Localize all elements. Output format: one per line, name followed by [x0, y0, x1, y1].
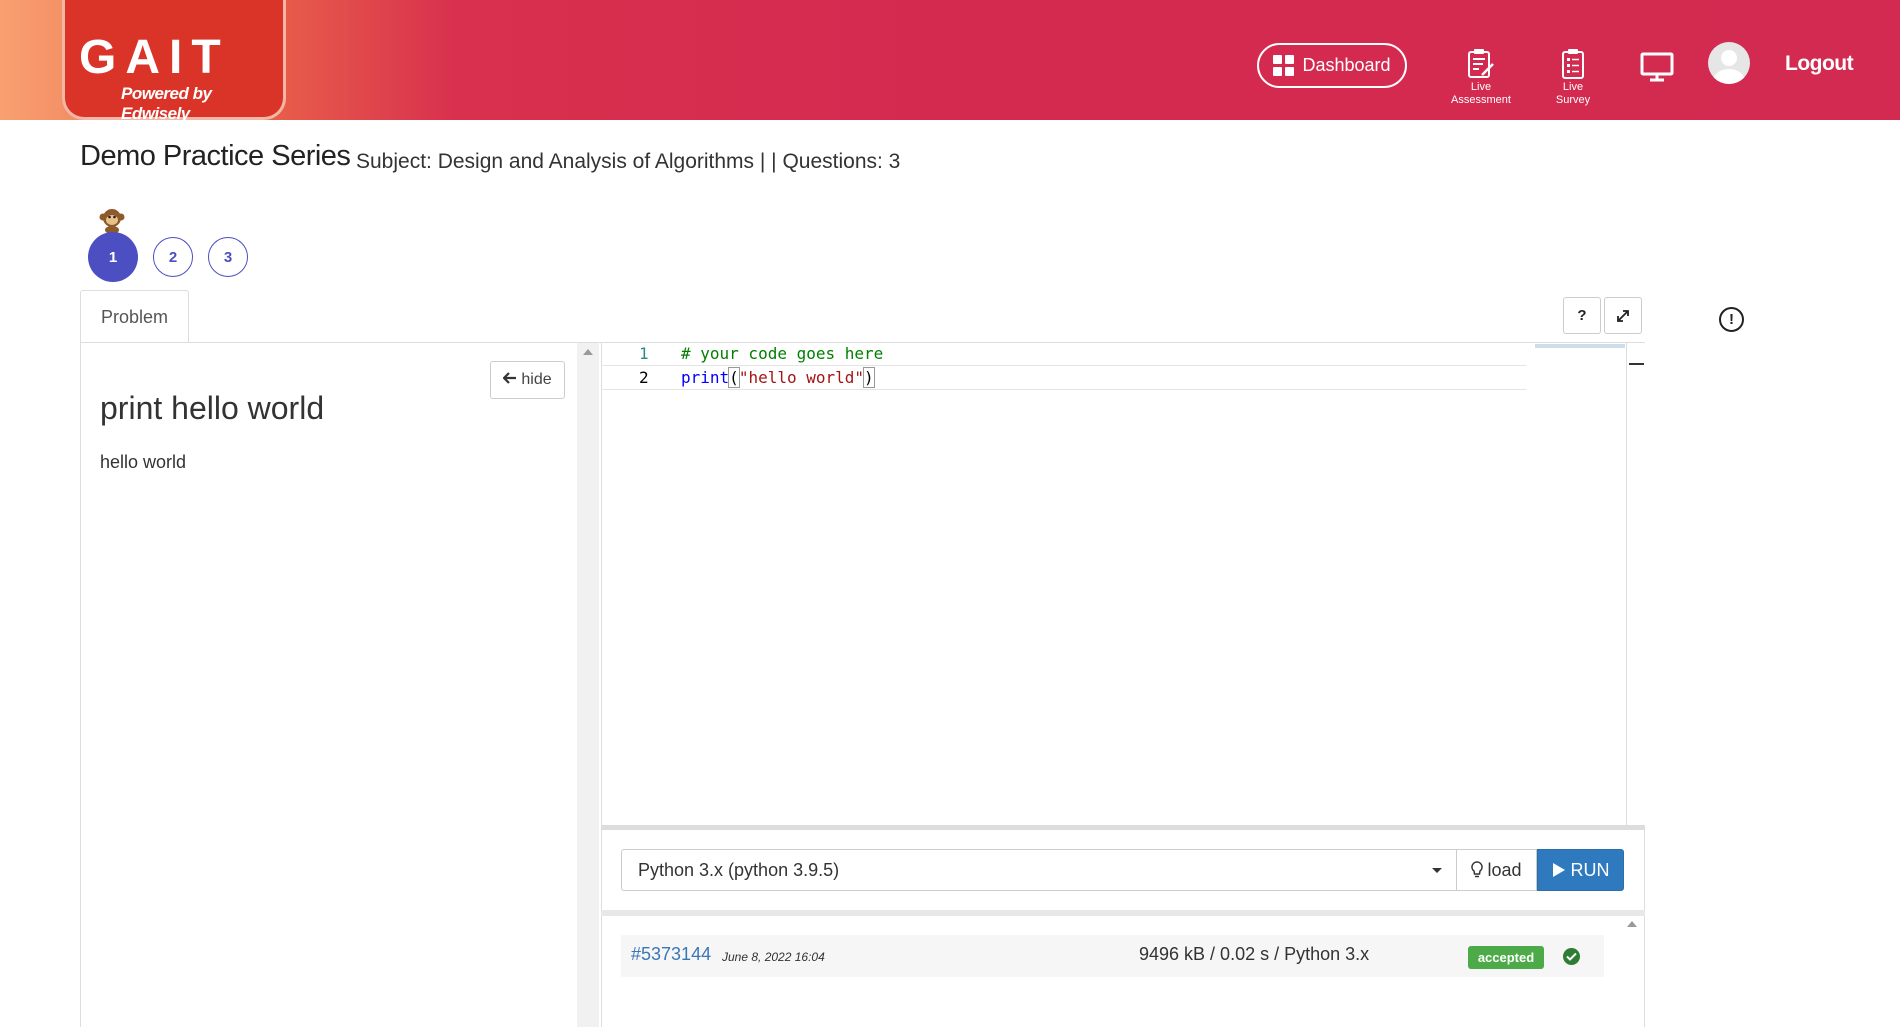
check-circle-icon [1563, 948, 1580, 965]
scroll-up-arrow-icon[interactable] [1627, 921, 1637, 927]
monkey-mascot-icon [99, 209, 125, 234]
question-step-1[interactable]: 1 [88, 232, 138, 282]
chevron-down-icon [1432, 868, 1442, 873]
logout-link[interactable]: Logout [1785, 52, 1854, 76]
dashboard-button[interactable]: Dashboard [1257, 43, 1407, 88]
problem-panel [80, 343, 577, 1027]
hide-button[interactable]: hide [490, 361, 565, 399]
arrow-left-icon [502, 371, 517, 389]
live-assessment-button[interactable]: Live Assessment [1448, 48, 1514, 107]
play-icon [1552, 863, 1565, 877]
language-value: Python 3.x (python 3.9.5) [638, 859, 840, 880]
code-paren-open: ( [728, 367, 740, 388]
code-content: print("hello world") [681, 366, 875, 390]
scroll-up-arrow-icon[interactable] [583, 349, 593, 355]
code-keyword: print [681, 368, 730, 387]
live-assessment-label-1: Live [1470, 81, 1492, 93]
editor-minimap[interactable] [1535, 344, 1625, 348]
load-button[interactable]: load [1456, 849, 1537, 891]
submission-id-link[interactable]: #5373144 [631, 944, 711, 965]
question-step-2[interactable]: 2 [153, 237, 193, 277]
problem-scrollbar[interactable] [577, 343, 599, 1027]
dashboard-grid-icon [1273, 55, 1295, 76]
lightbulb-icon [1471, 861, 1484, 878]
code-line[interactable]: 1 # your code goes here [601, 342, 1526, 366]
page-title: Demo Practice Series [80, 140, 351, 172]
user-avatar[interactable] [1708, 42, 1750, 84]
problem-description: hello world [100, 452, 187, 472]
run-label: RUN [1570, 859, 1610, 880]
line-number: 2 [639, 368, 649, 387]
submission-date: June 8, 2022 16:04 [722, 950, 825, 964]
code-string: "hello world" [738, 368, 865, 387]
info-icon[interactable]: ! [1719, 307, 1744, 332]
hide-label: hide [521, 371, 552, 388]
live-survey-button[interactable]: Live Survey [1547, 48, 1599, 107]
expand-icon [1617, 309, 1629, 322]
tab-problem[interactable]: Problem [80, 290, 189, 343]
live-assessment-label-2: Assessment [1451, 94, 1511, 106]
code-comment: # your code goes here [681, 344, 884, 363]
code-line[interactable]: 2 print("hello world") [601, 366, 1526, 390]
logo-text: GAIT [79, 31, 230, 84]
question-step-3[interactable]: 3 [208, 237, 248, 277]
gait-logo[interactable]: GAIT Powered by Edwisely [62, 0, 286, 123]
code-editor[interactable] [601, 343, 1626, 827]
survey-icon [1562, 49, 1584, 79]
load-label: load [1487, 859, 1522, 880]
run-button[interactable]: RUN [1537, 849, 1624, 891]
line-number: 1 [639, 344, 649, 363]
dashboard-label: Dashboard [1302, 55, 1391, 75]
language-select[interactable]: Python 3.x (python 3.9.5) [621, 849, 1457, 891]
problem-title: print hello world [100, 390, 325, 426]
submission-stats: 9496 kB / 0.02 s / Python 3.x [1139, 944, 1370, 964]
monitor-button[interactable] [1639, 52, 1675, 83]
help-button[interactable]: ? [1563, 297, 1601, 334]
fullscreen-button[interactable] [1604, 297, 1642, 334]
code-paren-close: ) [863, 367, 875, 388]
logo-subtext: Powered by Edwisely [121, 84, 212, 123]
status-badge: accepted [1468, 946, 1544, 969]
live-survey-label-1: Live [1562, 81, 1584, 93]
top-header: GAIT Powered by Edwisely Dashboard Live … [0, 0, 1900, 123]
monitor-icon [1640, 52, 1674, 82]
live-survey-label-2: Survey [1555, 94, 1591, 106]
assessment-icon [1468, 49, 1494, 78]
editor-scrollbar[interactable] [1626, 343, 1645, 827]
page-subtitle: Subject: Design and Analysis of Algorith… [356, 150, 901, 173]
